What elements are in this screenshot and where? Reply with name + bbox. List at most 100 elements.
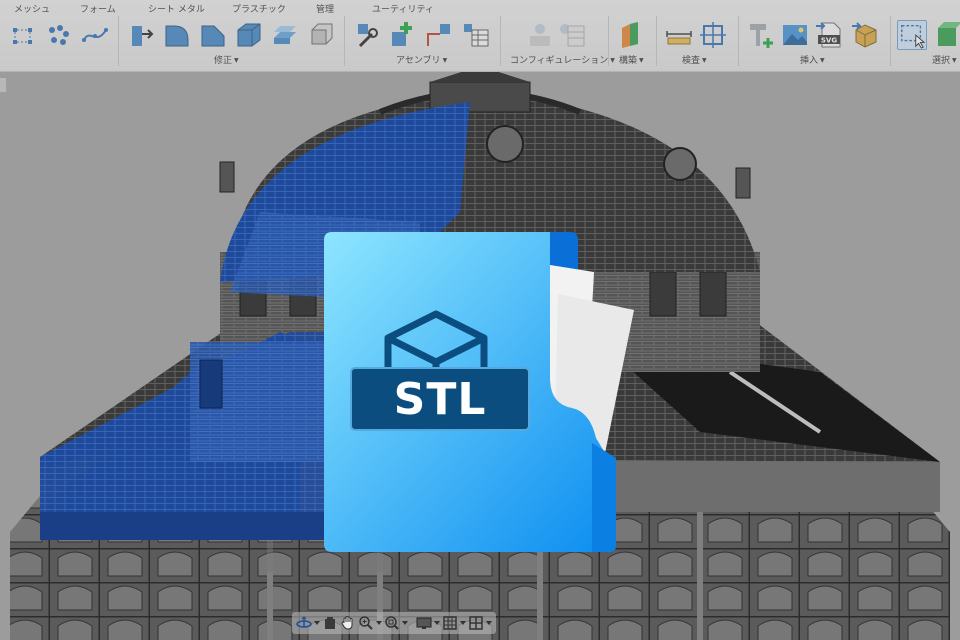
tab-form[interactable]: フォーム (80, 2, 116, 15)
grid-dropdown[interactable] (460, 613, 466, 633)
mesh-points-icon (13, 28, 32, 44)
viewports-icon (469, 616, 483, 630)
draft-icon (274, 26, 296, 44)
toolbar-separator (344, 16, 345, 66)
look-at-icon (325, 617, 335, 629)
as-built-joint-button[interactable] (424, 20, 454, 50)
pan-button[interactable] (340, 613, 356, 633)
chevron-down-icon (376, 621, 382, 625)
group-label-inspect[interactable]: 検査 ▼ (682, 53, 707, 66)
tab-manage[interactable]: 管理 (316, 2, 334, 15)
toolbar-separator (738, 16, 739, 66)
display-settings-icon (416, 617, 432, 629)
measure-ruler-icon (666, 31, 692, 45)
grid-snap-button[interactable] (442, 613, 458, 633)
insert-mesh-button[interactable] (850, 20, 880, 50)
viewports-dropdown[interactable] (486, 613, 492, 633)
insert-svg-icon: SVG (816, 22, 841, 48)
press-pull-button[interactable] (126, 20, 156, 50)
bom-table-icon (464, 24, 489, 47)
group-label-select[interactable]: 選択 ▼ (932, 53, 957, 66)
orbit-button[interactable] (296, 613, 312, 633)
section-analysis-button[interactable] (698, 20, 728, 50)
insert-mesh-icon (852, 22, 877, 48)
configuration-tool-1-button[interactable] (524, 20, 554, 50)
new-component-button[interactable] (388, 20, 418, 50)
orbit-icon (296, 616, 312, 628)
section-analysis-icon (700, 22, 726, 48)
configuration-table-icon (560, 24, 585, 47)
offset-plane-button[interactable] (616, 20, 646, 50)
configuration-tool-2-button[interactable] (556, 20, 586, 50)
as-built-joint-icon (427, 24, 450, 46)
chevron-down-icon (434, 621, 440, 625)
fit-button[interactable] (384, 613, 400, 633)
tab-sheet-metal[interactable]: シート メタル (148, 2, 205, 15)
pan-hand-icon (341, 615, 353, 630)
zoom-button[interactable] (358, 613, 374, 633)
toolbar-separator (608, 16, 609, 66)
insert-svg-button[interactable]: SVG (814, 20, 844, 50)
image-canvas-icon (783, 25, 807, 45)
fit-window-icon (385, 616, 399, 630)
toolbar-separator (118, 16, 119, 66)
fit-dropdown[interactable] (402, 613, 408, 633)
chamfer-icon (201, 25, 225, 47)
display-settings-dropdown[interactable] (434, 613, 440, 633)
orbit-dropdown[interactable] (314, 613, 320, 633)
tab-mesh[interactable]: メッシュ (14, 2, 50, 15)
tab-plastic[interactable]: プラスチック (232, 2, 286, 15)
file-format-badge: STL (350, 367, 530, 431)
fillet-icon (165, 25, 189, 47)
tab-utility[interactable]: ユーティリティ (372, 2, 434, 15)
chevron-down-icon (402, 621, 408, 625)
scale-button[interactable] (306, 20, 336, 50)
toolbar-separator (656, 16, 657, 66)
shell-button[interactable] (234, 20, 264, 50)
toolbar-separator (890, 16, 891, 66)
plane-icon (622, 22, 638, 48)
group-label-insert[interactable]: 挿入 ▼ (800, 53, 825, 66)
insert-derive-icon (750, 24, 773, 48)
zoom-dropdown[interactable] (376, 613, 382, 633)
joint-button[interactable] (352, 20, 382, 50)
mesh-tool-2-button[interactable] (44, 20, 74, 50)
ribbon-tabs: メッシュ フォーム シート メタル プラスチック 管理 ユーティリティ (0, 0, 960, 16)
mesh-dots-icon (49, 25, 69, 45)
ribbon-toolbar: メッシュ フォーム シート メタル プラスチック 管理 ユーティリティ 修正▼ (0, 0, 960, 72)
draft-button[interactable] (270, 20, 300, 50)
press-pull-icon (132, 26, 154, 46)
look-at-button[interactable] (322, 613, 338, 633)
chevron-down-icon (314, 621, 320, 625)
group-label-configuration[interactable]: コンフィギュレーション ▼ (510, 53, 615, 66)
joint-icon (358, 24, 378, 48)
fillet-button[interactable] (162, 20, 192, 50)
select-filter-button[interactable] (934, 20, 960, 50)
svg-file-label: SVG (821, 37, 837, 45)
chamfer-button[interactable] (198, 20, 228, 50)
insert-derive-button[interactable] (746, 20, 776, 50)
group-label-construct[interactable]: 構築 ▼ (619, 53, 644, 66)
navigation-bar (292, 612, 496, 634)
scale-icon (311, 23, 333, 45)
configuration-icon (530, 24, 550, 46)
canvas-viewport[interactable]: STL (0, 72, 960, 640)
display-settings-button[interactable] (416, 613, 432, 633)
group-label-modify[interactable]: 修正 ▼ (214, 53, 239, 66)
group-label-assembly[interactable]: アセンブリ ▼ (396, 53, 447, 66)
bom-button[interactable] (460, 20, 490, 50)
shell-icon (237, 23, 261, 47)
chevron-down-icon (486, 621, 492, 625)
mesh-tool-3-button[interactable] (80, 20, 110, 50)
grid-icon (443, 616, 457, 630)
mesh-tool-1-button[interactable] (8, 20, 38, 50)
select-button[interactable] (897, 20, 927, 50)
select-box-icon (938, 22, 960, 46)
zoom-icon (359, 616, 373, 630)
window-select-icon (901, 24, 926, 49)
insert-canvas-button[interactable] (780, 20, 810, 50)
chevron-down-icon (460, 621, 466, 625)
measure-button[interactable] (664, 20, 694, 50)
viewports-button[interactable] (468, 613, 484, 633)
new-component-icon (392, 22, 412, 46)
